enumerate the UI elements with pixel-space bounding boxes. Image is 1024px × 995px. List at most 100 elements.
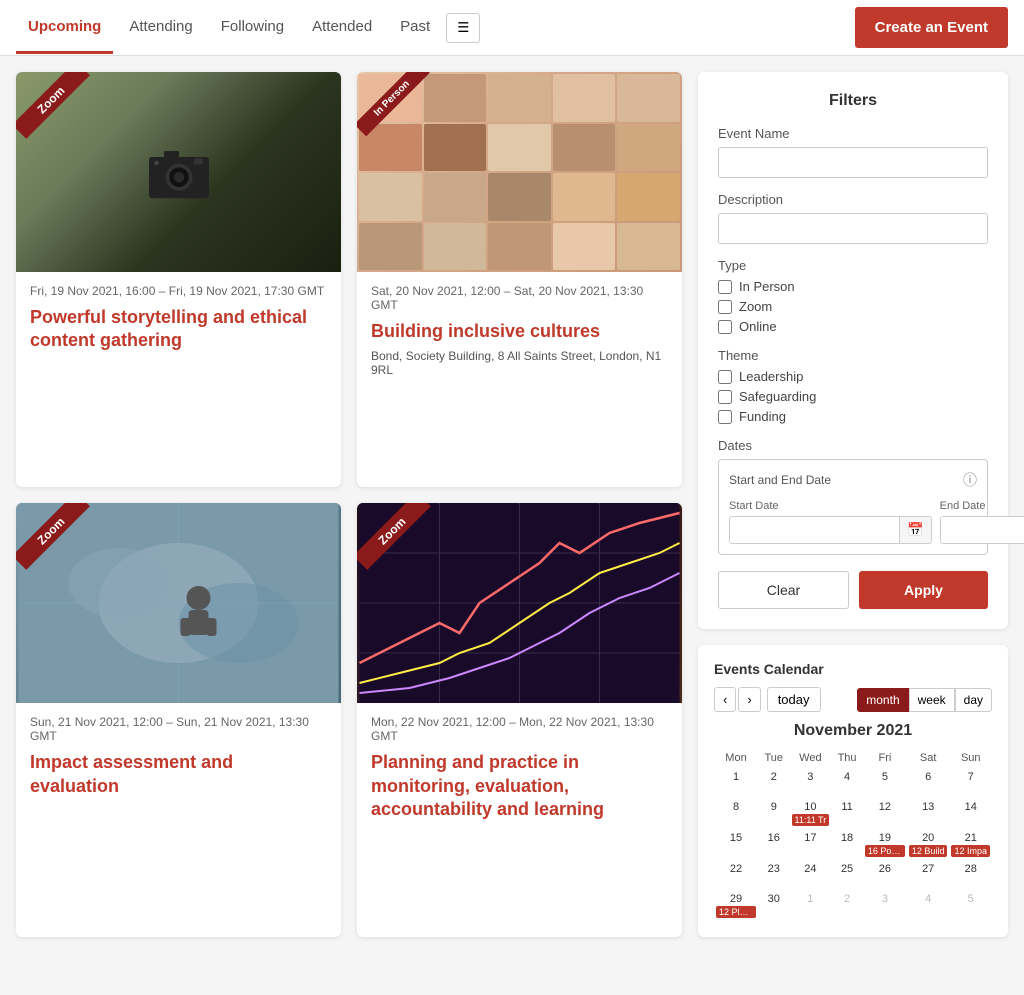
start-date-input[interactable] (730, 517, 899, 543)
event-title-4[interactable]: Planning and practice in monitoring, eva… (371, 751, 668, 821)
cal-day-28[interactable]: 28 (949, 860, 992, 890)
type-inperson-checkbox[interactable] (718, 280, 732, 294)
cal-day-3[interactable]: 3 (790, 768, 832, 798)
apply-button[interactable]: Apply (859, 571, 988, 609)
cal-day-23[interactable]: 23 (758, 860, 790, 890)
event-badge-wrap-4: Zoom (357, 503, 437, 583)
cal-day-13[interactable]: 13 (907, 798, 950, 829)
type-online-checkbox[interactable] (718, 320, 732, 334)
event-title-2[interactable]: Building inclusive cultures (371, 320, 668, 343)
theme-safeguarding-checkbox[interactable] (718, 390, 732, 404)
cal-day-5[interactable]: 5 (863, 768, 907, 798)
end-date-input[interactable] (941, 517, 1024, 543)
tab-past[interactable]: Past (388, 2, 442, 54)
cal-day-24[interactable]: 24 (790, 860, 832, 890)
theme-funding-item[interactable]: Funding (718, 409, 988, 424)
cal-event-chip-20[interactable]: 12 Build (909, 845, 948, 857)
cal-day-dec2[interactable]: 2 (831, 890, 863, 921)
tab-upcoming[interactable]: Upcoming (16, 2, 113, 54)
start-date-calendar-button[interactable]: 📅 (899, 517, 931, 543)
event-image-4: Zoom (357, 503, 682, 703)
event-image-2: In Person (357, 72, 682, 272)
cal-header-wed: Wed (790, 748, 832, 768)
calendar-next-button[interactable]: › (738, 687, 760, 712)
calendar-week-view-button[interactable]: week (909, 688, 955, 712)
cal-day-12[interactable]: 12 (863, 798, 907, 829)
filter-actions: Clear Apply (718, 571, 988, 609)
start-date-label: Start Date (729, 500, 932, 512)
event-info-1: Fri, 19 Nov 2021, 16:00 – Fri, 19 Nov 20… (16, 272, 341, 371)
cal-day-1[interactable]: 1 (714, 768, 758, 798)
cal-day-18[interactable]: 18 (831, 829, 863, 860)
calendar-nav: ‹ › today (714, 687, 821, 712)
cal-day-26[interactable]: 26 (863, 860, 907, 890)
cal-day-7[interactable]: 7 (949, 768, 992, 798)
cal-event-chip-21[interactable]: 12 Impa (951, 845, 990, 857)
event-card-2[interactable]: In Person Sat, 20 Nov 2021, 12:00 – Sat,… (357, 72, 682, 487)
cal-day-14[interactable]: 14 (949, 798, 992, 829)
cal-day-22[interactable]: 22 (714, 860, 758, 890)
type-inperson-item[interactable]: In Person (718, 279, 988, 294)
event-title-1[interactable]: Powerful storytelling and ethical conten… (30, 306, 327, 353)
cal-day-19[interactable]: 1916 Powe (863, 829, 907, 860)
cal-day-17[interactable]: 17 (790, 829, 832, 860)
calendar-today-button[interactable]: today (767, 687, 821, 712)
cal-header-mon: Mon (714, 748, 758, 768)
theme-safeguarding-label: Safeguarding (739, 389, 816, 404)
tab-attending[interactable]: Attending (117, 2, 204, 54)
type-zoom-item[interactable]: Zoom (718, 299, 988, 314)
theme-funding-checkbox[interactable] (718, 410, 732, 424)
type-checkbox-group: In Person Zoom Online (718, 279, 988, 334)
type-zoom-label: Zoom (739, 299, 772, 314)
cal-day-30[interactable]: 30 (758, 890, 790, 921)
theme-safeguarding-item[interactable]: Safeguarding (718, 389, 988, 404)
create-event-button[interactable]: Create an Event (855, 7, 1008, 48)
calendar-icon: 📅 (907, 522, 924, 537)
event-badge-inperson-2: In Person (357, 72, 430, 136)
clear-button[interactable]: Clear (718, 571, 849, 609)
cal-header-fri: Fri (863, 748, 907, 768)
calendar-day-view-button[interactable]: day (955, 688, 992, 712)
cal-day-16[interactable]: 16 (758, 829, 790, 860)
cal-day-11[interactable]: 11 (831, 798, 863, 829)
cal-day-9[interactable]: 9 (758, 798, 790, 829)
calendar-month-view-button[interactable]: month (857, 688, 908, 712)
theme-leadership-checkbox[interactable] (718, 370, 732, 384)
calendar-week-4: 22 23 24 25 26 27 28 (714, 860, 992, 890)
cal-day-dec1[interactable]: 1 (790, 890, 832, 921)
theme-leadership-item[interactable]: Leadership (718, 369, 988, 384)
camera-svg-icon (139, 142, 219, 202)
cal-day-dec5[interactable]: 5 (949, 890, 992, 921)
cal-day-dec4[interactable]: 4 (907, 890, 950, 921)
tab-attended[interactable]: Attended (300, 2, 384, 54)
cal-day-25[interactable]: 25 (831, 860, 863, 890)
cal-day-29[interactable]: 2912 Plann (714, 890, 758, 921)
cal-day-2[interactable]: 2 (758, 768, 790, 798)
cal-event-chip-10[interactable]: 11:11 Tr (792, 814, 830, 826)
cal-day-21[interactable]: 2112 Impa (949, 829, 992, 860)
type-zoom-checkbox[interactable] (718, 300, 732, 314)
cal-day-8[interactable]: 8 (714, 798, 758, 829)
event-title-3[interactable]: Impact assessment and evaluation (30, 751, 327, 798)
event-card-3[interactable]: Zoom Sun, 21 Nov 2021, 12:00 – Sun, 21 N… (16, 503, 341, 937)
cal-day-dec3[interactable]: 3 (863, 890, 907, 921)
cal-event-chip-29[interactable]: 12 Plann (716, 906, 756, 918)
hamburger-button[interactable]: ☰ (446, 13, 480, 43)
theme-checkbox-group: Leadership Safeguarding Funding (718, 369, 988, 424)
cal-day-27[interactable]: 27 (907, 860, 950, 890)
event-name-input[interactable] (718, 147, 988, 178)
cal-day-10[interactable]: 1011:11 Tr (790, 798, 832, 829)
cal-event-chip-19[interactable]: 16 Powe (865, 845, 905, 857)
cal-day-20[interactable]: 2012 Build (907, 829, 950, 860)
cal-day-15[interactable]: 15 (714, 829, 758, 860)
type-online-item[interactable]: Online (718, 319, 988, 334)
event-card-4[interactable]: Zoom Mon, 22 Nov 2021, 12:00 – Mon, 22 N… (357, 503, 682, 937)
event-card-1[interactable]: Zoom Fri, 19 Nov 2021, 16:00 – Fri, 19 N… (16, 72, 341, 487)
event-name-label: Event Name (718, 126, 988, 141)
cal-day-4[interactable]: 4 (831, 768, 863, 798)
calendar-prev-button[interactable]: ‹ (714, 687, 736, 712)
event-date-1: Fri, 19 Nov 2021, 16:00 – Fri, 19 Nov 20… (30, 284, 327, 298)
cal-day-6[interactable]: 6 (907, 768, 950, 798)
description-input[interactable] (718, 213, 988, 244)
tab-following[interactable]: Following (209, 2, 296, 54)
